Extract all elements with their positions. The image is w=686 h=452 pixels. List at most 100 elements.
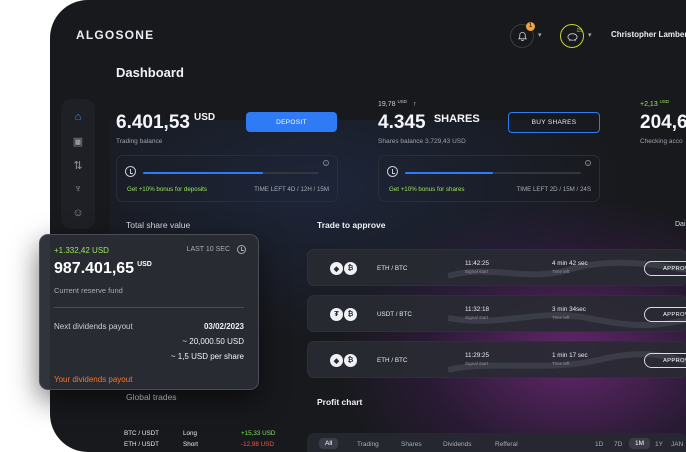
user-name[interactable]: Christopher Lambert (611, 30, 686, 39)
total-share-value-title: Total share value (126, 220, 191, 230)
reserve-fund-card: +1.332,42 USD LAST 10 SEC 987.401,65 USD … (39, 234, 259, 390)
sidebar-item-transfer[interactable]: ⇅ (67, 155, 89, 175)
trade-pair: ETH / BTC (377, 357, 408, 364)
trade-time-left: 4 min 42 sec (552, 260, 588, 267)
shares-unit: SHARES (433, 113, 480, 125)
shares-delta-value: 19,78 (378, 101, 396, 108)
sidebar-item-wallet[interactable]: ▣ (67, 131, 89, 151)
buy-shares-button[interactable]: BUY SHARES (508, 112, 600, 133)
shares-balance-label: Shares balance 3.729,43 USD (378, 138, 466, 145)
sidebar-item-users[interactable]: ☺ (67, 203, 89, 223)
deposit-bonus-progress-fill (143, 172, 263, 174)
trade-time-left-label: Time left (552, 315, 570, 320)
trade-time-left-label: Time left (552, 361, 570, 366)
arrow-up-icon: ↑ (412, 101, 417, 108)
bell-chevron-down-icon[interactable]: ▾ (538, 31, 542, 39)
deposit-bonus-card: i Get +10% bonus for deposits TIME LEFT … (116, 155, 338, 202)
clock-icon (387, 166, 398, 177)
wallet-icon: ▣ (72, 135, 84, 148)
trading-balance: 6.401,53 USD (116, 112, 215, 134)
trade-pair: USDT / BTC (377, 311, 412, 318)
clock-icon (125, 166, 136, 177)
shares-bonus-progress-fill (405, 172, 493, 174)
users-icon: ☺ (72, 207, 84, 219)
profit-chart-title: Profit chart (317, 397, 363, 407)
info-icon[interactable]: i (323, 160, 329, 166)
trade-signal-label: Signal start (465, 315, 488, 320)
range-jan[interactable]: JAN (671, 441, 683, 448)
transfer-icon: ⇅ (73, 159, 83, 172)
checking-balance-label: Checking acco (640, 138, 683, 145)
trading-balance-label: Trading balance (116, 138, 163, 145)
global-trade-pair: BTC / USDT (124, 430, 159, 437)
tab-refferal[interactable]: Refferal (495, 441, 518, 448)
global-trade-pair: ETH / USDT (124, 441, 159, 448)
deposit-button[interactable]: DEPOSIT (246, 112, 337, 132)
info-icon[interactable]: i (585, 160, 591, 166)
tab-trading[interactable]: Trading (357, 441, 379, 448)
reserve-last-update: LAST 10 SEC (186, 246, 230, 253)
savings-badge: 15 (576, 28, 582, 34)
reserve-amount: 987.401,65 USD (54, 260, 152, 278)
clock-icon (237, 245, 246, 254)
global-trade-pnl: -12,98 USD (241, 441, 274, 448)
trophy-icon: ♆ (73, 183, 83, 195)
savings-chevron-down-icon[interactable]: ▾ (588, 31, 592, 39)
trade-to-approve-title: Trade to approve (317, 220, 386, 230)
global-trades-title: Global trades (126, 392, 177, 402)
deposit-bonus-text: Get +10% bonus for deposits (127, 186, 207, 193)
shares-delta: 19,78 USD ↑ (378, 99, 416, 108)
trade-row: ◆ ₿ ETH / BTC 11:42:25 Signal start 4 mi… (307, 249, 686, 286)
tab-all[interactable]: All (319, 438, 339, 449)
btc-coin-icon: ₿ (344, 354, 357, 367)
shares-balance: 4.345 SHARES (378, 112, 480, 134)
global-trade-pnl: +15,33 USD (241, 430, 276, 437)
profit-chart-tabs: All Trading Shares Dividends Refferal 1D… (307, 433, 686, 452)
your-dividends-payout-link[interactable]: Your dividends payout (54, 375, 132, 384)
trade-time-left: 3 min 34sec (552, 306, 586, 313)
btc-coin-icon: ₿ (344, 308, 357, 321)
trade-signal-time: 11:29:25 (465, 352, 490, 359)
range-1y[interactable]: 1Y (655, 441, 663, 448)
shares-bonus-text: Get +10% bonus for shares (389, 186, 465, 193)
checking-delta-value: +2,13 (640, 101, 658, 108)
approve-trade-button[interactable]: APPROV (644, 307, 686, 322)
sidebar-item-home[interactable]: ⌂ (67, 107, 89, 127)
trade-row: ◆ ₿ ETH / BTC 11:29:25 Signal start 1 mi… (307, 341, 686, 378)
trading-balance-amount: 6.401,53 (116, 112, 190, 133)
trading-balance-currency: USD (193, 112, 216, 123)
global-trade-side: Short (183, 441, 199, 448)
reserve-amount-value: 987.401,65 (54, 260, 135, 277)
trade-time-left: 1 min 17 sec (552, 352, 588, 359)
notifications-bell-icon[interactable]: 1 (510, 22, 535, 48)
trade-filter-daily[interactable]: Dai (675, 221, 686, 228)
sidebar-item-trophy[interactable]: ♆ (67, 179, 89, 199)
shares-bonus-progress (405, 172, 581, 174)
shares-bonus-time-left: TIME LEFT 2D / 15M / 24S (516, 186, 591, 193)
app-logo[interactable]: ALGOSONE (76, 28, 154, 42)
trade-signal-time: 11:32:18 (465, 306, 490, 313)
range-1d[interactable]: 1D (595, 441, 603, 448)
usdt-coin-icon: ₮ (330, 308, 343, 321)
tab-shares[interactable]: Shares (401, 441, 422, 448)
tab-dividends[interactable]: Dividends (443, 441, 472, 448)
deposit-bonus-progress (143, 172, 319, 174)
next-payout-label: Next dividends payout (54, 322, 133, 331)
eth-coin-icon: ◆ (330, 262, 343, 275)
savings-pig-icon[interactable]: 15 (560, 24, 584, 48)
next-payout-amount: ~ 20,000.50 USD (182, 337, 244, 346)
trade-row: ₮ ₿ USDT / BTC 11:32:18 Signal start 3 m… (307, 295, 686, 332)
sidebar: ⌂ ▣ ⇅ ♆ ☺ (61, 99, 95, 229)
checking-balance-amount: 204,6 (640, 112, 686, 133)
checking-delta-currency: USD (659, 99, 670, 104)
reserve-label: Current reserve fund (54, 286, 123, 295)
range-1m[interactable]: 1M (629, 438, 651, 449)
checking-delta: +2,13 USD (640, 99, 669, 108)
btc-coin-icon: ₿ (344, 262, 357, 275)
deposit-bonus-time-left: TIME LEFT 4D / 12H / 15M (254, 186, 329, 193)
approve-trade-button[interactable]: APPROV (644, 261, 686, 276)
reserve-delta: +1.332,42 USD (54, 246, 109, 255)
notifications-badge: 1 (526, 22, 535, 31)
range-7d[interactable]: 7D (614, 441, 622, 448)
approve-trade-button[interactable]: APPROV (644, 353, 686, 368)
